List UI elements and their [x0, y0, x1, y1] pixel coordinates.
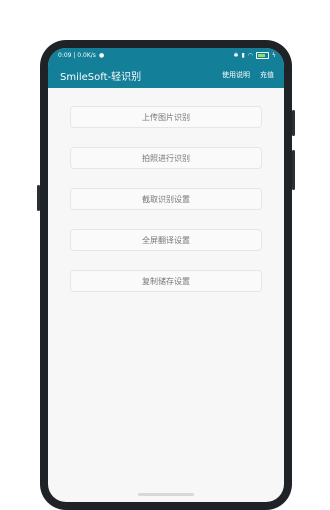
phone-frame: 0:09 | 0.0K/s ● ✱ ▮ ◠ ϟ SmileSoft-轻识别 使用…: [37, 40, 295, 510]
charging-icon: ϟ: [272, 51, 276, 59]
take-photo-recognize-button[interactable]: 拍照进行识别: [70, 147, 262, 169]
wifi-icon: ◠: [247, 51, 254, 59]
screen: 0:09 | 0.0K/s ● ✱ ▮ ◠ ϟ SmileSoft-轻识别 使用…: [48, 48, 284, 502]
notification-icon: ●: [98, 51, 105, 59]
status-time: 0:09 | 0.0K/s: [58, 51, 96, 59]
battery-icon: [256, 51, 270, 59]
home-indicator: [138, 493, 194, 496]
upload-image-recognize-button[interactable]: 上传图片识别: [70, 106, 262, 128]
app-title: SmileSoft-轻识别: [60, 71, 142, 83]
recharge-button[interactable]: 充值: [260, 70, 274, 80]
side-button-right: [292, 150, 295, 190]
fullscreen-translate-settings-button[interactable]: 全屏翻译设置: [70, 229, 262, 251]
main-content: 上传图片识别 拍照进行识别 截取识别设置 全屏翻译设置 复制储存设置: [48, 88, 284, 292]
side-button-right-top: [292, 110, 295, 136]
app-bar-actions: 使用说明 充值: [222, 70, 274, 80]
capture-recognize-settings-button[interactable]: 截取识别设置: [70, 188, 262, 210]
copy-storage-settings-button[interactable]: 复制储存设置: [70, 270, 262, 292]
status-bar: 0:09 | 0.0K/s ● ✱ ▮ ◠ ϟ: [48, 48, 284, 62]
help-button[interactable]: 使用说明: [222, 70, 250, 80]
signal-icon: ▮: [241, 51, 245, 59]
app-bar: SmileSoft-轻识别 使用说明 充值: [48, 62, 284, 88]
bluetooth-icon: ✱: [233, 51, 239, 59]
side-button-left: [37, 185, 40, 211]
